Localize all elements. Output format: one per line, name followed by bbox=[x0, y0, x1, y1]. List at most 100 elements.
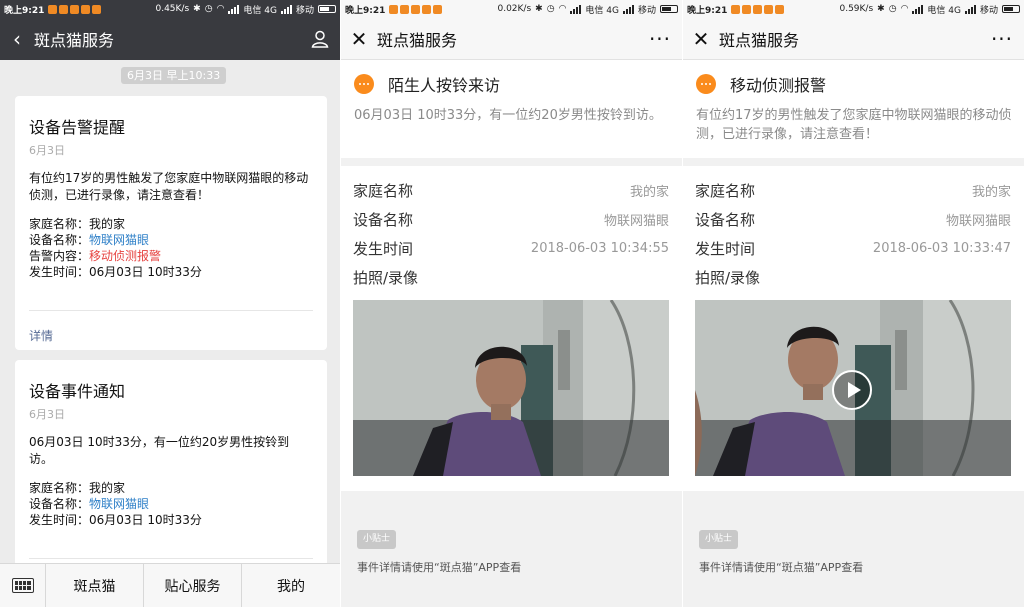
more-icon[interactable]: ··· bbox=[980, 27, 1024, 51]
detail-link[interactable]: 详情 bbox=[29, 327, 313, 344]
status-bar: 晚上9:21 0.59K/s ✱ ◷ ◠ 电信 4G 移动 bbox=[683, 0, 1024, 18]
event-summary: 陌生人按铃来访 06月03日 10时33分，有一位约20岁男性按铃到访。 bbox=[341, 60, 682, 158]
device-link[interactable]: 物联网猫眼 bbox=[89, 233, 149, 247]
bluetooth-icon: ✱ bbox=[535, 4, 543, 14]
motion-detail-panel: 晚上9:21 0.59K/s ✱ ◷ ◠ 电信 4G 移动 ✕ 斑点猫服务 ··… bbox=[683, 0, 1024, 607]
wifi-icon: ◠ bbox=[900, 4, 909, 14]
status-time: 晚上9:21 bbox=[687, 5, 728, 16]
carrier-1: 电信 4G bbox=[243, 5, 277, 16]
notification-icon bbox=[422, 4, 432, 14]
signal-icon bbox=[622, 4, 634, 14]
video-thumbnail[interactable] bbox=[695, 300, 1011, 476]
message-timestamp: 6月3日 早上10:33 bbox=[121, 67, 227, 84]
bottom-menu: 斑点猫 贴心服务 我的 bbox=[0, 563, 340, 607]
alarm-icon: ◷ bbox=[546, 4, 555, 14]
signal-icon bbox=[228, 4, 240, 14]
status-bar: 晚上9:21 0.02K/s ✱ ◷ ◠ 电信 4G 移动 bbox=[341, 0, 682, 18]
info-row-home: 家庭名称 我的家 bbox=[353, 181, 669, 200]
alert-content-row: 告警内容：移动侦测报警 bbox=[29, 249, 162, 263]
notification-icon bbox=[81, 4, 91, 14]
card-title: 设备告警提醒 bbox=[29, 118, 126, 137]
card-body: 有位约17岁的男性触发了您家庭中物联网猫眼的移动侦测，已进行录像，请注意查看！ bbox=[29, 171, 309, 202]
event-title: 移动侦测报警 bbox=[730, 76, 827, 95]
menu-tab-service[interactable]: 贴心服务 bbox=[144, 563, 242, 607]
carrier-2: 移动 bbox=[637, 5, 656, 16]
event-info: 家庭名称 我的家 设备名称 物联网猫眼 发生时间 2018-06-03 10:3… bbox=[683, 166, 1024, 491]
notification-icon bbox=[775, 4, 785, 14]
tip-text: 事件详情请使用“斑点猫”APP查看 bbox=[699, 561, 864, 574]
alarm-icon: ◷ bbox=[888, 4, 897, 14]
more-icon[interactable]: ··· bbox=[638, 27, 682, 51]
info-row-home: 家庭名称 我的家 bbox=[695, 181, 1011, 200]
notification-icon bbox=[48, 4, 58, 14]
page-title: 斑点猫服务 bbox=[719, 30, 800, 50]
event-description: 06月03日 10时33分，有一位约20岁男性按铃到访。 bbox=[354, 108, 662, 123]
occur-time-row: 发生时间：06月03日 10时33分 bbox=[29, 513, 202, 527]
device-link[interactable]: 物联网猫眼 bbox=[89, 497, 149, 511]
notification-icon bbox=[433, 4, 443, 14]
bluetooth-icon: ✱ bbox=[877, 4, 885, 14]
occur-time-row: 发生时间：06月03日 10时33分 bbox=[29, 265, 202, 279]
event-info: 家庭名称 我的家 设备名称 物联网猫眼 发生时间 2018-06-03 10:3… bbox=[341, 166, 682, 491]
notification-icon bbox=[753, 4, 763, 14]
card-date: 6月3日 bbox=[29, 144, 65, 157]
notification-icon bbox=[764, 4, 774, 14]
page-title: 斑点猫服务 bbox=[377, 30, 458, 50]
signal-icon bbox=[912, 4, 924, 14]
notification-icon bbox=[731, 4, 741, 14]
info-row-media: 拍照/录像 bbox=[353, 268, 419, 287]
battery-icon bbox=[318, 5, 336, 13]
event-description: 有位约17岁的男性触发了您家庭中物联网猫眼的移动侦测，已进行录像，请注意查看！ bbox=[696, 108, 1012, 142]
info-row-time: 发生时间 2018-06-03 10:34:55 bbox=[353, 239, 669, 258]
notification-icon bbox=[70, 4, 80, 14]
message-bubble-icon bbox=[696, 74, 716, 94]
device-name-row: 设备名称：物联网猫眼 bbox=[29, 497, 150, 511]
notification-icon bbox=[92, 4, 102, 14]
message-bubble-icon bbox=[354, 74, 374, 94]
tip-badge: 小贴士 bbox=[357, 530, 397, 549]
page-header: ✕ 斑点猫服务 ··· bbox=[341, 18, 682, 60]
notification-icon bbox=[59, 4, 69, 14]
close-icon[interactable]: ✕ bbox=[341, 27, 377, 51]
close-icon[interactable]: ✕ bbox=[683, 27, 719, 51]
info-row-time: 发生时间 2018-06-03 10:33:47 bbox=[695, 239, 1011, 258]
notification-icon bbox=[389, 4, 399, 14]
carrier-2: 移动 bbox=[979, 5, 998, 16]
message-card-alert[interactable]: 设备告警提醒 6月3日 有位约17岁的男性触发了您家庭中物联网猫眼的移动侦测，已… bbox=[15, 96, 327, 350]
card-body: 06月03日 10时33分，有一位约20岁男性按铃到访。 bbox=[29, 435, 290, 466]
home-name-row: 家庭名称：我的家 bbox=[29, 217, 126, 231]
battery-icon bbox=[660, 5, 678, 13]
network-speed: 0.45K/s bbox=[155, 4, 190, 14]
info-row-device: 设备名称 物联网猫眼 bbox=[353, 210, 669, 229]
event-summary: 移动侦测报警 有位约17岁的男性触发了您家庭中物联网猫眼的移动侦测，已进行录像，… bbox=[683, 60, 1024, 158]
notification-icon bbox=[400, 4, 410, 14]
event-title: 陌生人按铃来访 bbox=[388, 76, 501, 95]
doorbell-detail-panel: 晚上9:21 0.02K/s ✱ ◷ ◠ 电信 4G 移动 ✕ 斑点猫服务 ··… bbox=[341, 0, 682, 607]
card-divider bbox=[29, 310, 313, 311]
menu-tab-bandianmao[interactable]: 斑点猫 bbox=[46, 563, 144, 607]
snapshot-photo[interactable] bbox=[353, 300, 669, 476]
info-row-media: 拍照/录像 bbox=[695, 268, 761, 287]
menu-tab-mine[interactable]: 我的 bbox=[242, 564, 340, 607]
info-row-device: 设备名称 物联网猫眼 bbox=[695, 210, 1011, 229]
tip-text: 事件详情请使用“斑点猫”APP查看 bbox=[357, 561, 522, 574]
user-profile-icon[interactable] bbox=[300, 29, 340, 49]
signal-icon bbox=[964, 4, 976, 14]
camera-snapshot-image bbox=[353, 300, 669, 476]
page-header: ✕ 斑点猫服务 ··· bbox=[683, 18, 1024, 60]
carrier-1: 电信 4G bbox=[927, 5, 961, 16]
play-icon[interactable] bbox=[832, 370, 872, 410]
card-date: 6月3日 bbox=[29, 408, 65, 421]
keyboard-icon bbox=[11, 578, 34, 593]
signal-icon bbox=[280, 4, 292, 14]
device-name-row: 设备名称：物联网猫眼 bbox=[29, 233, 150, 247]
chat-panel: 晚上9:21 0.45K/s ✱ ◷ ◠ 电信 4G 移动 ‹ 斑点猫服务 6月… bbox=[0, 0, 340, 607]
alarm-icon: ◷ bbox=[204, 4, 213, 14]
status-bar: 晚上9:21 0.45K/s ✱ ◷ ◠ 电信 4G 移动 bbox=[0, 0, 340, 18]
battery-icon bbox=[1002, 5, 1020, 13]
message-card-event[interactable]: 设备事件通知 6月3日 06月03日 10时33分，有一位约20岁男性按铃到访。… bbox=[15, 360, 327, 566]
carrier-2: 移动 bbox=[295, 5, 314, 16]
keyboard-toggle-button[interactable] bbox=[0, 563, 46, 607]
card-title: 设备事件通知 bbox=[29, 382, 126, 401]
back-icon[interactable]: ‹ bbox=[0, 27, 34, 51]
